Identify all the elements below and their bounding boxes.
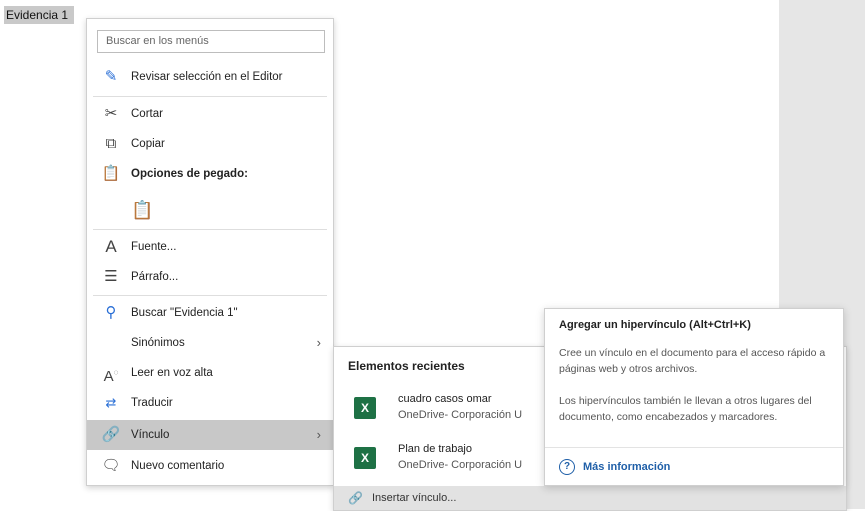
link-icon: 🔗 [348,491,363,505]
excel-file-icon: X [354,447,376,469]
menu-separator [93,96,327,97]
menu-item-label: Nuevo comentario [131,460,225,472]
comment-icon: 🗨 [101,457,121,474]
menu-item-label: Fuente... [131,241,177,253]
menu-item-label: Buscar "Evidencia 1" [131,307,238,319]
paste-keep-text-button[interactable]: 📋 [87,193,333,227]
chevron-right-icon: › [316,427,321,442]
translate-icon: ⇄ [105,395,117,410]
hyperlink-tooltip: Agregar un hipervínculo (Alt+Ctrl+K) Cre… [544,308,844,486]
menu-item-search[interactable]: ⚲ Buscar "Evidencia 1" [87,298,333,328]
menu-separator [93,229,327,230]
paragraph-icon: ☰ [104,268,118,285]
menu-item-label: Revisar selección en el Editor [131,71,283,83]
tooltip-paragraph: Los hipervínculos también le llevan a ot… [559,395,812,423]
paste-icon: 📋 [101,165,121,182]
insert-link-label: Insertar vínculo... [372,492,457,504]
menu-item-label: Copiar [131,138,165,150]
menu-item-paste-options: 📋 Opciones de pegado: [87,159,333,189]
scissors-icon: ✂ [104,105,118,122]
context-menu: Buscar en los menús ✎ Revisar selección … [86,18,334,486]
menu-item-label: Cortar [131,108,163,120]
recent-item[interactable]: X Plan de trabajo OneDrive- Corporación … [334,441,554,481]
menu-item-cut[interactable]: ✂ Cortar [87,99,333,129]
menu-item-label: Leer en voz alta [131,367,213,379]
menu-item-copy[interactable]: ⧉ Copiar [87,129,333,159]
search-icon: ⚲ [105,304,117,321]
menu-item-font[interactable]: A Fuente... [87,232,333,262]
menu-item-link[interactable]: 🔗 Vínculo › [87,420,333,450]
recent-item-path: OneDrive- Corporación U [398,409,523,421]
tooltip-title: Agregar un hipervínculo (Alt+Ctrl+K) [559,319,751,331]
insert-link-button[interactable]: 🔗 Insertar vínculo... [334,486,846,510]
recent-item[interactable]: X cuadro casos omar OneDrive- Corporació… [334,391,554,431]
editor-pen-icon: ✎ [104,68,118,85]
copy-icon: ⧉ [105,135,117,152]
menu-item-label: Sinónimos [131,337,185,349]
help-icon: ? [559,459,575,475]
menu-item-label: Opciones de pegado: [131,168,248,180]
menu-search-input[interactable]: Buscar en los menús [97,30,325,53]
paste-keep-text-icon: 📋 [131,200,154,220]
menu-item-synonyms[interactable]: Sinónimos › [87,328,333,358]
recent-item-path: OneDrive- Corporación U [398,459,523,471]
chevron-right-icon: › [316,335,321,350]
read-aloud-icon: A◌ [103,368,119,385]
menu-item-label: Traducir [131,397,173,409]
tooltip-separator [545,447,843,448]
menu-item-translate[interactable]: ⇄ Traducir [87,388,333,418]
font-icon: A [105,237,117,256]
more-info-link[interactable]: ? Más información [559,459,670,475]
menu-item-read-aloud[interactable]: A◌ Leer en voz alta [87,358,333,388]
recent-item-name: Plan de trabajo [398,443,472,455]
recent-item-name: cuadro casos omar [398,393,492,405]
tooltip-paragraph: Cree un vínculo en el documento para el … [559,347,826,375]
menu-item-label: Vínculo [131,429,170,441]
selected-document-text[interactable]: Evidencia 1 [4,6,75,24]
menu-separator [93,295,327,296]
menu-item-paragraph[interactable]: ☰ Párrafo... [87,262,333,292]
link-icon: 🔗 [101,426,121,443]
menu-item-label: Párrafo... [131,271,179,283]
menu-item-review-editor[interactable]: ✎ Revisar selección en el Editor [87,62,333,92]
recent-items-heading: Elementos recientes [348,359,465,373]
menu-item-new-comment[interactable]: 🗨 Nuevo comentario [87,451,333,481]
excel-file-icon: X [354,397,376,419]
more-info-label: Más información [583,460,671,473]
